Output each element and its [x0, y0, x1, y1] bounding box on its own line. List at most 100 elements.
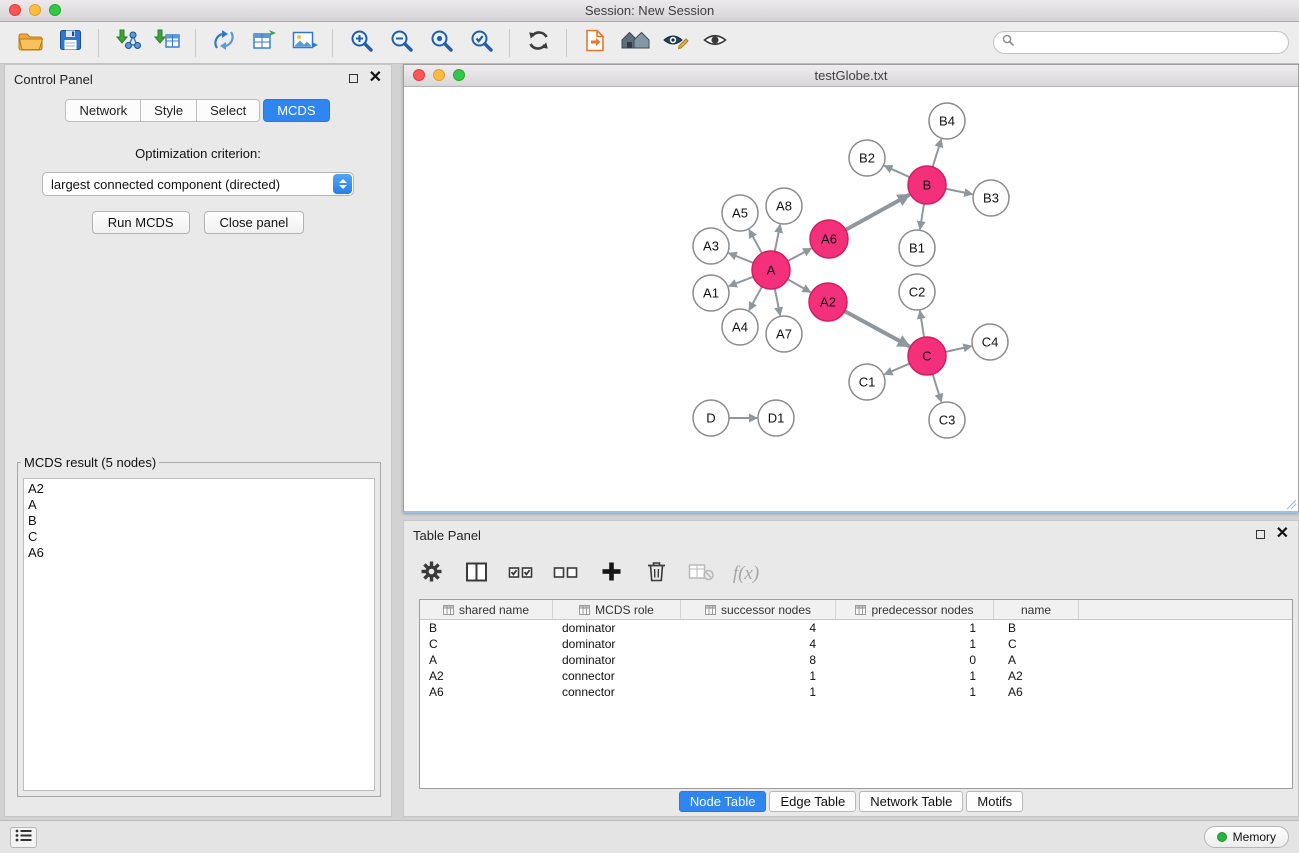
mcds-result-list[interactable]: A2ABCA6 — [23, 478, 375, 791]
graph-edge-A-A3[interactable] — [729, 253, 754, 263]
minimize-window-button[interactable] — [29, 4, 41, 16]
graph-edge-B-B3[interactable] — [946, 189, 973, 194]
mcds-result-item[interactable]: C — [28, 529, 374, 545]
tab-network[interactable]: Network — [65, 99, 141, 122]
tab-network-table[interactable]: Network Table — [859, 791, 963, 812]
network-canvas[interactable]: B4B2BB3A5A8A6B1A3AC2A1A2A4A7C4CC1C3DD1 — [404, 87, 1298, 511]
network-close-button[interactable] — [413, 69, 425, 81]
close-panel-icon[interactable]: ✕ — [369, 73, 382, 83]
add-row-button[interactable] — [596, 559, 626, 589]
graph-edge-A-A8[interactable] — [775, 225, 780, 252]
home-button[interactable] — [615, 26, 655, 60]
tab-node-table[interactable]: Node Table — [679, 791, 767, 812]
graph-edge-C-C2[interactable] — [920, 311, 924, 337]
graph-edge-B-B2[interactable] — [884, 166, 909, 177]
graph-node-label: A6 — [821, 232, 837, 247]
graph-edge-C-C1[interactable] — [884, 364, 909, 375]
toolbar-separator — [566, 29, 567, 57]
network-minimize-button[interactable] — [433, 69, 445, 81]
float-panel-icon[interactable] — [1256, 530, 1265, 539]
search-icon — [1002, 34, 1015, 52]
table-options-button[interactable] — [416, 559, 446, 589]
graph-edge-C-C4[interactable] — [946, 346, 972, 352]
graph-edge-A-A4[interactable] — [749, 287, 762, 311]
function-builder-button[interactable]: f(x) — [731, 559, 761, 589]
zoom-out-button[interactable] — [381, 26, 421, 60]
column-header-successor-nodes[interactable]: successor nodes — [681, 600, 836, 620]
network-zoom-button[interactable] — [453, 69, 465, 81]
new-network-button[interactable] — [204, 26, 244, 60]
close-window-button[interactable] — [9, 4, 21, 16]
tab-edge-table[interactable]: Edge Table — [769, 791, 856, 812]
show-hide-button[interactable] — [695, 26, 735, 60]
tab-style[interactable]: Style — [140, 99, 197, 122]
unselect-all-button[interactable] — [551, 559, 581, 589]
table-row[interactable]: Cdominator41C — [420, 636, 1292, 652]
export-page-button[interactable] — [575, 26, 615, 60]
mcds-result-item[interactable]: A — [28, 497, 374, 513]
mini-table-icon — [705, 605, 716, 615]
table-row[interactable]: A2connector11A2 — [420, 668, 1292, 684]
task-history-button[interactable] — [10, 827, 37, 848]
close-panel-button[interactable]: Close panel — [204, 211, 305, 234]
resize-grip-icon[interactable] — [1285, 498, 1297, 510]
graph-edge-A-A7[interactable] — [775, 289, 780, 316]
zoom-fit-button[interactable] — [421, 26, 461, 60]
run-mcds-button[interactable]: Run MCDS — [92, 211, 190, 234]
graph-edge-B-B1[interactable] — [920, 204, 924, 229]
status-bar: Memory — [0, 820, 1299, 853]
mcds-result-item[interactable]: A6 — [28, 545, 374, 561]
graph-edge-B-B4[interactable] — [933, 139, 942, 167]
delete-table-button[interactable] — [686, 559, 716, 589]
eye-icon — [702, 28, 728, 57]
float-panel-icon[interactable] — [349, 74, 358, 83]
graph-node-label: D — [706, 411, 715, 426]
mcds-result-title: MCDS result (5 nodes) — [21, 455, 159, 470]
select-all-button[interactable] — [506, 559, 536, 589]
tab-mcds[interactable]: MCDS — [263, 99, 329, 122]
table-cell: dominator — [553, 620, 681, 636]
column-header-mcds-role[interactable]: MCDS role — [553, 600, 681, 620]
network-view-window: testGlobe.txt B4B2BB3A5A8A6B1A3AC2A1A2A4… — [403, 64, 1299, 513]
graph-edge-A6-B[interactable] — [846, 195, 910, 230]
export-image-button[interactable] — [284, 26, 324, 60]
graph-edge-A-A2[interactable] — [788, 279, 811, 292]
search-field[interactable] — [993, 31, 1289, 54]
search-input[interactable] — [1019, 32, 1288, 53]
new-table-button[interactable] — [244, 26, 284, 60]
apply-layout-button[interactable] — [518, 26, 558, 60]
import-table-button[interactable] — [147, 26, 187, 60]
zoom-in-button[interactable] — [341, 26, 381, 60]
graph-edge-A-A1[interactable] — [729, 277, 754, 286]
empty-boxes-icon — [553, 562, 579, 587]
graph-edge-A-A5[interactable] — [749, 230, 762, 254]
column-header-predecessor-nodes[interactable]: predecessor nodes — [836, 600, 994, 620]
import-network-button[interactable] — [107, 26, 147, 60]
zoom-window-button[interactable] — [49, 4, 61, 16]
table-row[interactable]: A6connector11A6 — [420, 684, 1292, 700]
graph-node-label: B1 — [909, 241, 925, 256]
close-panel-icon[interactable]: ✕ — [1276, 529, 1289, 539]
column-header-name[interactable]: name — [994, 600, 1079, 620]
graph-edge-A-A6[interactable] — [788, 248, 812, 261]
table-row[interactable]: Bdominator41B — [420, 620, 1292, 636]
delete-rows-button[interactable] — [641, 559, 671, 589]
control-panel: Control Panel ✕ Network Style Select MCD… — [4, 64, 392, 817]
tab-motifs[interactable]: Motifs — [966, 791, 1023, 812]
save-session-button[interactable] — [50, 26, 90, 60]
graph-edge-A2-C[interactable] — [845, 311, 910, 346]
graphics-details-button[interactable] — [655, 26, 695, 60]
tab-select[interactable]: Select — [196, 99, 260, 122]
mcds-result-item[interactable]: B — [28, 513, 374, 529]
table-row[interactable]: Adominator80A — [420, 652, 1292, 668]
open-session-button[interactable] — [10, 26, 50, 60]
column-header-shared-name[interactable]: shared name — [420, 600, 553, 620]
network-graph[interactable]: B4B2BB3A5A8A6B1A3AC2A1A2A4A7C4CC1C3DD1 — [404, 87, 1298, 511]
show-columns-button[interactable] — [461, 559, 491, 589]
criterion-select[interactable]: largest connected component (directed) — [42, 172, 354, 196]
graph-edge-C-C3[interactable] — [933, 374, 942, 402]
graph-node-label: A — [767, 263, 776, 278]
zoom-selected-button[interactable] — [461, 26, 501, 60]
memory-button[interactable]: Memory — [1204, 826, 1289, 848]
mcds-result-item[interactable]: A2 — [28, 481, 374, 497]
